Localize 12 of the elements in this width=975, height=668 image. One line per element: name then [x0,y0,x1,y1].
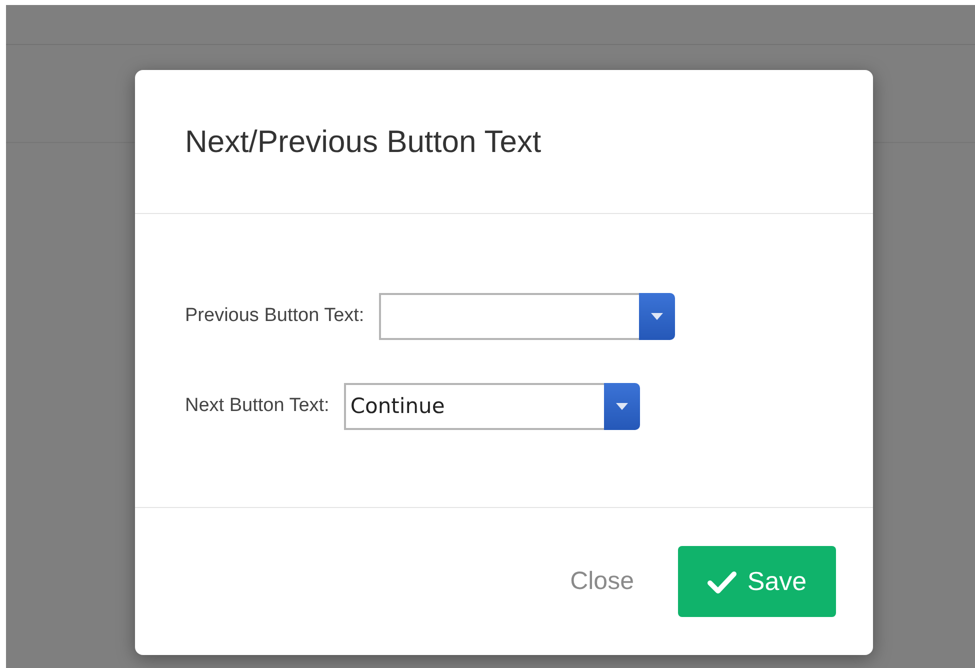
dropdown-button[interactable] [604,383,640,430]
field-label: Previous Button Text: [185,304,364,328]
caret-icon [616,403,628,410]
check-icon [707,570,738,594]
save-button[interactable]: Save [678,546,836,617]
text-field[interactable] [379,293,640,340]
dropdown-button[interactable] [639,293,676,340]
text-field[interactable]: Continue [344,383,604,430]
caret-icon [651,313,664,320]
field-label: Next Button Text: [185,394,330,418]
dialog-title: Next/Previous Button Text [185,122,542,160]
close-button[interactable]: Close [570,562,634,600]
